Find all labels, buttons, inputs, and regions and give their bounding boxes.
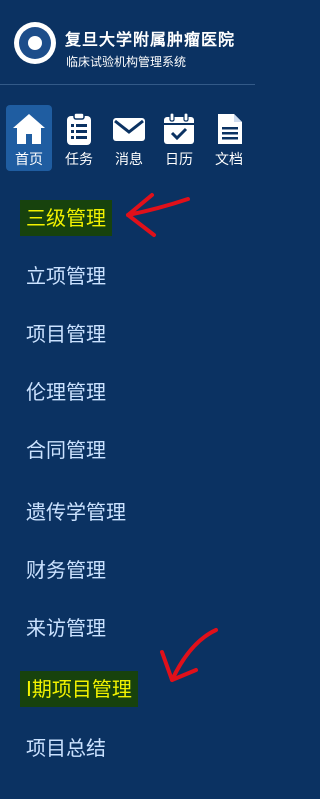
menu-item-ethics[interactable]: 伦理管理 <box>20 374 112 410</box>
menu-item-level3[interactable]: 三级管理 <box>20 200 112 236</box>
clipboard-icon <box>67 112 91 145</box>
menu-item-finance[interactable]: 财务管理 <box>20 552 112 588</box>
nav-calendar[interactable]: 日历 <box>156 105 202 171</box>
nav-documents[interactable]: 文档 <box>206 105 252 171</box>
menu-item-phase1[interactable]: Ⅰ期项目管理 <box>20 671 138 707</box>
menu-item-genetics[interactable]: 遗传学管理 <box>20 494 132 530</box>
nav-home-label: 首页 <box>15 152 43 168</box>
red-arrow-annotation-icon <box>126 193 190 237</box>
menu-item-visits[interactable]: 来访管理 <box>20 610 112 646</box>
hospital-name: 复旦大学附属肿瘤医院 <box>65 30 236 49</box>
envelope-icon <box>113 118 145 141</box>
home-icon <box>13 114 45 144</box>
nav-tasks-label: 任务 <box>65 152 93 168</box>
nav-calendar-label: 日历 <box>165 152 193 168</box>
top-nav: 首页 任务 消息 日历 文档 <box>6 105 255 171</box>
app-header: 复旦大学附属肿瘤医院 临床试验机构管理系统 <box>0 0 255 85</box>
nav-home[interactable]: 首页 <box>6 105 52 171</box>
nav-documents-label: 文档 <box>215 152 243 168</box>
menu-item-project-setup[interactable]: 立项管理 <box>20 258 112 294</box>
hospital-logo <box>14 22 56 64</box>
calendar-icon <box>164 112 194 144</box>
nav-messages[interactable]: 消息 <box>106 105 152 171</box>
nav-tasks[interactable]: 任务 <box>56 105 102 171</box>
menu-item-summary[interactable]: 项目总结 <box>20 730 112 766</box>
document-icon <box>218 114 242 144</box>
menu-item-project[interactable]: 项目管理 <box>20 316 112 352</box>
system-name: 临床试验机构管理系统 <box>66 55 187 69</box>
menu-item-contract[interactable]: 合同管理 <box>20 432 112 468</box>
nav-messages-label: 消息 <box>115 152 143 168</box>
red-arrow-annotation-icon <box>160 628 218 682</box>
